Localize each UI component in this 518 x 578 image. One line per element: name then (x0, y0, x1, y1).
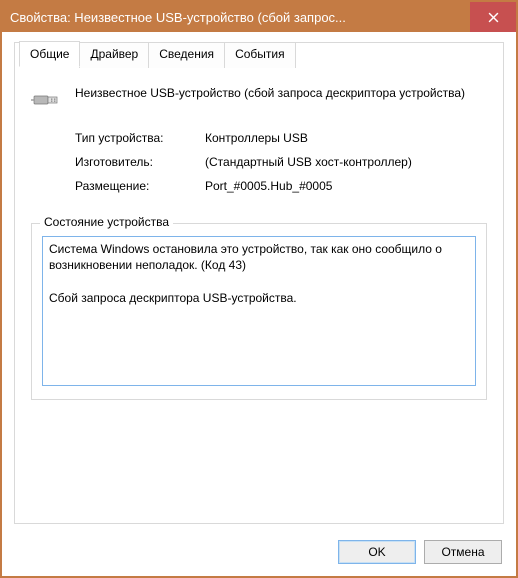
close-button[interactable] (470, 2, 516, 32)
ok-button[interactable]: OK (338, 540, 416, 564)
tab-panel: Общие Драйвер Сведения События (14, 42, 504, 524)
device-status-textbox[interactable] (42, 236, 476, 386)
prop-label-type: Тип устройства: (75, 131, 205, 145)
prop-row-type: Тип устройства: Контроллеры USB (75, 131, 487, 145)
prop-label-manufacturer: Изготовитель: (75, 155, 205, 169)
titlebar[interactable]: Свойства: Неизвестное USB-устройство (сб… (2, 2, 516, 32)
cancel-button[interactable]: Отмена (424, 540, 502, 564)
device-status-group: Состояние устройства (31, 223, 487, 400)
prop-row-manufacturer: Изготовитель: (Стандартный USB хост-конт… (75, 155, 487, 169)
prop-value-location: Port_#0005.Hub_#0005 (205, 179, 332, 193)
device-status-label: Состояние устройства (40, 215, 173, 229)
tab-general-content: Неизвестное USB-устройство (сбой запроса… (15, 71, 503, 523)
dialog-buttons: OK Отмена (2, 530, 516, 576)
tab-details[interactable]: Сведения (148, 42, 225, 68)
prop-value-type: Контроллеры USB (205, 131, 308, 145)
tab-general[interactable]: Общие (19, 41, 80, 67)
usb-device-icon (31, 83, 65, 117)
tab-driver[interactable]: Драйвер (79, 42, 149, 68)
close-icon (488, 12, 499, 23)
client-area: Общие Драйвер Сведения События (2, 32, 516, 576)
tab-events[interactable]: События (224, 42, 296, 68)
prop-value-manufacturer: (Стандартный USB хост-контроллер) (205, 155, 412, 169)
window-title: Свойства: Неизвестное USB-устройство (сб… (10, 10, 470, 25)
tab-strip: Общие Драйвер Сведения События (19, 41, 295, 67)
device-header: Неизвестное USB-устройство (сбой запроса… (31, 83, 487, 117)
property-list: Тип устройства: Контроллеры USB Изготови… (75, 131, 487, 203)
prop-label-location: Размещение: (75, 179, 205, 193)
device-name: Неизвестное USB-устройство (сбой запроса… (75, 83, 465, 117)
prop-row-location: Размещение: Port_#0005.Hub_#0005 (75, 179, 487, 193)
properties-dialog: Свойства: Неизвестное USB-устройство (сб… (0, 0, 518, 578)
